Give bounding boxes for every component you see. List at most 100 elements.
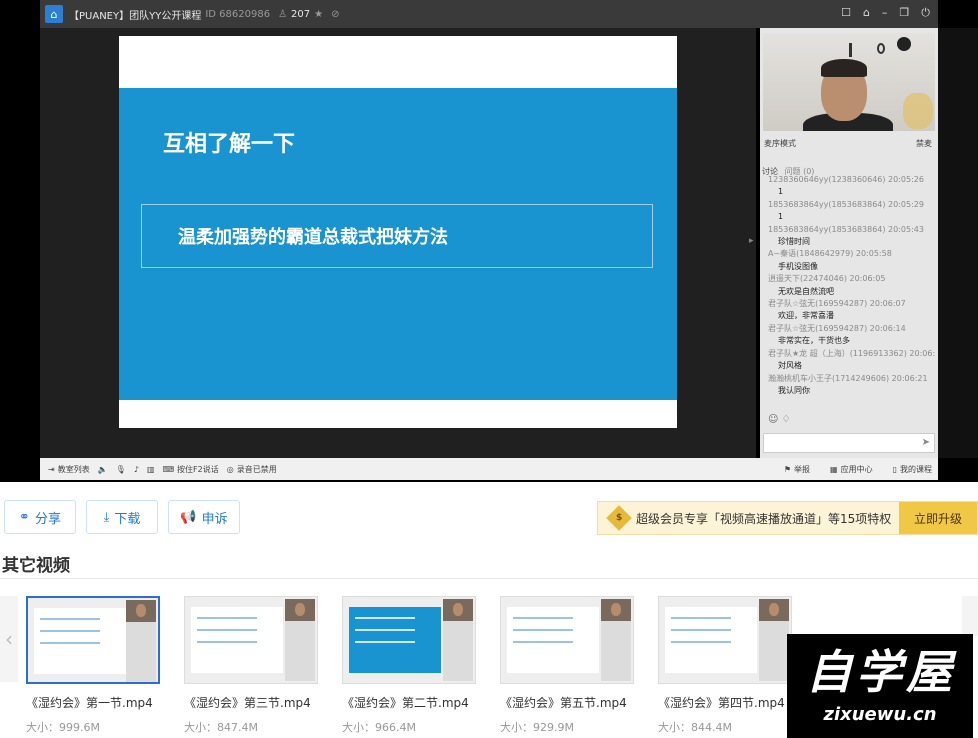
chat-message-user[interactable]: 瀚瀚桃机车小王子(1714249606) 20:06:21 bbox=[768, 373, 936, 385]
my-course-button[interactable]: ▯ 我的课程 bbox=[893, 464, 932, 475]
video-thumbnail[interactable] bbox=[500, 596, 634, 684]
chat-message-user[interactable]: A~秦语(1848642979) 20:05:58 bbox=[768, 248, 936, 260]
video-name[interactable]: 《湿约会》第三节.mp4 bbox=[184, 694, 320, 711]
chat-message-text: 欢迎，非常喜潘 bbox=[778, 311, 834, 321]
course-list-label: 教室列表 bbox=[57, 464, 90, 474]
report-icon: ⚑ bbox=[783, 464, 792, 474]
side-panel: 麦序模式 禁麦 讨论 问题 (0) 1238360646yy(123836064… bbox=[760, 28, 938, 458]
page-scrollbar bbox=[938, 28, 978, 458]
slide-title: 互相了解一下 bbox=[163, 132, 296, 157]
vip-text: 超级会员专享「视频高速播放通道」等15项特权 bbox=[636, 511, 892, 526]
slide-content: 互相了解一下 温柔加强势的霸道总裁式把妹方法 bbox=[119, 88, 677, 400]
push-to-talk[interactable]: ⌨ 按住F2说话 bbox=[163, 464, 219, 475]
video-name[interactable]: 《湿约会》第五节.mp4 bbox=[500, 694, 636, 711]
video-name[interactable]: 《湿约会》第四节.mp4 bbox=[658, 694, 794, 711]
report-button[interactable]: ⚑ 举报 bbox=[784, 464, 810, 475]
keyboard-icon: ⌨ bbox=[162, 464, 175, 474]
player-titlebar: ⌂ 【PUANEY】团队YY公开课程 ID 68620986 ♙ 207 ★ ⊘… bbox=[40, 0, 938, 28]
chat-message-user[interactable]: 君子队☆弦无(169594287) 20:06:14 bbox=[768, 323, 936, 335]
share-button[interactable]: ⚭ 分享 bbox=[4, 500, 76, 534]
channel-id: ID 68620986 bbox=[205, 8, 271, 20]
window-controls: ☐ ⌂ – ❐ ⏻ bbox=[841, 6, 930, 20]
video-size: 大小：847.4M bbox=[184, 721, 258, 734]
carousel-next-button[interactable] bbox=[962, 596, 978, 636]
share-icon: ⚭ bbox=[19, 509, 30, 525]
collapse-panel-icon[interactable]: ▸ bbox=[749, 236, 754, 246]
mic-mode-row: 麦序模式 禁麦 bbox=[764, 138, 934, 149]
carousel-prev-button[interactable]: ‹ bbox=[0, 596, 18, 682]
channel-title: 【PUANEY】团队YY公开课程 bbox=[69, 10, 202, 22]
app-center-button[interactable]: ▦ 应用中心 bbox=[830, 464, 873, 475]
video-size: 大小：966.4M bbox=[342, 721, 416, 734]
complain-button[interactable]: 📢 申诉 bbox=[168, 500, 240, 534]
volume-icon[interactable]: ▥ bbox=[147, 465, 155, 474]
video-card[interactable]: 《湿约会》第一节.mp4 大小：999.6M bbox=[26, 596, 162, 735]
chat-message-user[interactable]: 君子队☆弦无(169594287) 20:06:07 bbox=[768, 298, 936, 310]
divider bbox=[0, 578, 978, 579]
skin-icon[interactable]: ⌂ bbox=[863, 6, 870, 20]
push-to-talk-label: 按住F2说话 bbox=[177, 464, 219, 474]
report-label: 举报 bbox=[794, 464, 811, 474]
mute-mic-button[interactable]: 禁麦 bbox=[916, 138, 932, 149]
video-thumbnail[interactable] bbox=[342, 596, 476, 684]
video-card[interactable]: 《湿约会》第五节.mp4 大小：929.9M bbox=[500, 596, 636, 735]
video-size: 大小：929.9M bbox=[500, 721, 574, 734]
video-name[interactable]: 《湿约会》第一节.mp4 bbox=[26, 694, 162, 711]
record-status[interactable]: ◎ 录音已禁用 bbox=[227, 464, 277, 475]
settings-icon[interactable]: ⊘ bbox=[331, 9, 339, 20]
vip-banner[interactable]: $ 超级会员专享「视频高速播放通道」等15项特权 立即升级 bbox=[597, 501, 978, 535]
app-center-label: 应用中心 bbox=[840, 464, 873, 474]
video-player[interactable]: ⌂ 【PUANEY】团队YY公开课程 ID 68620986 ♙ 207 ★ ⊘… bbox=[0, 0, 978, 482]
chat-messages[interactable]: 1238360646yy(1238360646) 20:05:26 1 185368… bbox=[768, 174, 936, 400]
video-card[interactable]: 《湿约会》第四节.mp4 大小：844.4M bbox=[658, 596, 794, 735]
download-icon: ⤓ bbox=[103, 509, 110, 525]
chat-input[interactable]: ➤ bbox=[763, 433, 935, 453]
chat-message-text: 我认同你 bbox=[778, 385, 810, 395]
chat-message-text: 非常实在，干货也多 bbox=[778, 336, 850, 346]
speaker-icon[interactable]: 🔈 bbox=[98, 465, 108, 474]
viewer-count: 207 bbox=[291, 8, 311, 20]
power-icon[interactable]: ⏻ bbox=[921, 6, 930, 20]
mic-icon[interactable]: 🎙 bbox=[116, 465, 126, 474]
upgrade-button[interactable]: 立即升级 bbox=[899, 502, 977, 534]
chat-message-text: 无欢是自然流吧 bbox=[778, 286, 834, 296]
video-thumbnail[interactable] bbox=[26, 596, 160, 684]
home-icon[interactable]: ⌂ bbox=[45, 5, 63, 23]
chat-message-text: 珍惜时间 bbox=[778, 237, 810, 247]
slide-subtitle: 温柔加强势的霸道总裁式把妹方法 bbox=[178, 227, 448, 248]
video-name[interactable]: 《湿约会》第二节.mp4 bbox=[342, 694, 478, 711]
minimize-icon[interactable]: – bbox=[882, 6, 888, 20]
chat-message-user[interactable]: 1238360646yy(1238360646) 20:05:26 bbox=[768, 174, 936, 186]
maximize-icon[interactable]: ❐ bbox=[899, 6, 909, 20]
video-card[interactable]: 《湿约会》第二节.mp4 大小：966.4M bbox=[342, 596, 478, 735]
video-size: 大小：999.6M bbox=[26, 721, 100, 734]
chat-message-user[interactable]: 1853683864yy(1853683864) 20:05:43 bbox=[768, 224, 936, 236]
chat-message-user[interactable]: 1853683864yy(1853683864) 20:05:29 bbox=[768, 199, 936, 211]
gift-icon[interactable]: ♢ bbox=[782, 414, 791, 425]
megaphone-icon: 📢 bbox=[180, 509, 197, 525]
chat-message-text: 対风格 bbox=[778, 361, 802, 371]
video-thumbnail[interactable] bbox=[184, 596, 318, 684]
slide-stage: 互相了解一下 温柔加强势的霸道总裁式把妹方法 bbox=[40, 28, 756, 458]
download-button[interactable]: ⤓ 下载 bbox=[86, 500, 158, 534]
music-icon[interactable]: ♪ bbox=[134, 465, 139, 474]
restore-icon[interactable]: ☐ bbox=[841, 6, 851, 20]
chat-message-user[interactable]: 君子队★龙 超（上海）(1196913362) 20:06: bbox=[768, 348, 936, 360]
chat-message-text: 手机没图像 bbox=[778, 261, 818, 271]
slide: 互相了解一下 温柔加强势的霸道总裁式把妹方法 bbox=[119, 36, 677, 428]
webcam-video bbox=[763, 33, 935, 131]
viewer-icon: ♙ bbox=[278, 8, 288, 20]
star-icon[interactable]: ★ bbox=[314, 9, 323, 20]
chat-message-user[interactable]: 逍遥天下(22474046) 20:06:05 bbox=[768, 273, 936, 285]
record-icon: ◎ bbox=[226, 464, 234, 474]
send-icon[interactable]: ➤ bbox=[922, 437, 930, 448]
emoji-icon[interactable]: ☺ bbox=[768, 414, 778, 425]
logo-text: 自学屋 bbox=[806, 645, 956, 699]
vip-badge-symbol: $ bbox=[615, 512, 623, 523]
vip-badge-icon: $ bbox=[606, 505, 632, 531]
video-card[interactable]: 《湿约会》第三节.mp4 大小：847.4M bbox=[184, 596, 320, 735]
video-thumbnail[interactable] bbox=[658, 596, 792, 684]
download-label: 下载 bbox=[114, 511, 141, 527]
section-title: 其它视频 bbox=[2, 556, 70, 576]
course-list-button[interactable]: ⇥ 教室列表 bbox=[48, 464, 90, 475]
